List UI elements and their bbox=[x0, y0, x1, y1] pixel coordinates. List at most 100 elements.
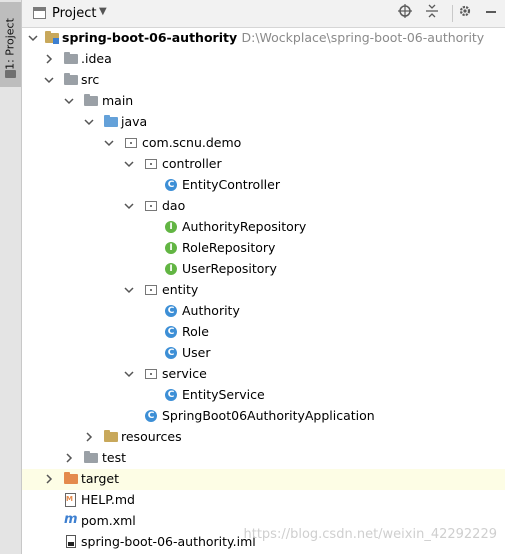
tree-label: pom.xml bbox=[81, 513, 136, 528]
maven-icon: m bbox=[64, 512, 78, 527]
folder-icon bbox=[64, 73, 78, 87]
tree-label: RoleRepository bbox=[182, 240, 276, 255]
locate-icon[interactable] bbox=[396, 4, 414, 22]
toolbar-divider bbox=[452, 5, 453, 22]
tree-node-project-root[interactable]: spring-boot-06-authority D:\Wockplace\sp… bbox=[22, 28, 505, 49]
tree-label: Role bbox=[182, 324, 209, 339]
chevron-right-icon[interactable] bbox=[44, 54, 54, 64]
tree-node-controller[interactable]: controller bbox=[22, 154, 505, 175]
tree-node-entity-controller[interactable]: C EntityController bbox=[22, 175, 505, 196]
tree-node-test[interactable]: test bbox=[22, 448, 505, 469]
chevron-right-icon[interactable] bbox=[64, 453, 74, 463]
tree-label: entity bbox=[162, 282, 199, 297]
tree-node-role[interactable]: C Role bbox=[22, 322, 505, 343]
tree-node-resources[interactable]: resources bbox=[22, 427, 505, 448]
project-name: spring-boot-06-authority bbox=[62, 30, 238, 45]
class-icon: C bbox=[164, 388, 178, 402]
class-icon: C bbox=[164, 178, 178, 192]
tree-node-help-md[interactable]: HELP.md bbox=[22, 490, 505, 511]
tree-label: main bbox=[102, 93, 134, 108]
view-selector-label[interactable]: Project bbox=[52, 6, 96, 21]
tree-label: java bbox=[121, 114, 148, 129]
chevron-right-icon[interactable] bbox=[44, 474, 54, 484]
markdown-file-icon bbox=[64, 493, 78, 507]
chevron-down-icon[interactable] bbox=[124, 369, 134, 379]
spring-boot-class-icon: C bbox=[144, 409, 158, 423]
tree-node-entity[interactable]: entity bbox=[22, 280, 505, 301]
tree-label: SpringBoot06AuthorityApplication bbox=[162, 408, 375, 423]
project-toolbar: Project ▼ bbox=[22, 0, 505, 28]
collapse-all-icon[interactable] bbox=[423, 4, 441, 22]
package-icon bbox=[144, 199, 158, 213]
chevron-down-icon[interactable] bbox=[124, 159, 134, 169]
gear-icon[interactable] bbox=[456, 4, 474, 22]
tree-label: AuthorityRepository bbox=[182, 219, 307, 234]
interface-icon: I bbox=[164, 220, 178, 234]
tree-label: HELP.md bbox=[81, 492, 135, 507]
tree-node-main[interactable]: main bbox=[22, 91, 505, 112]
tree-label: dao bbox=[162, 198, 186, 213]
tree-label: controller bbox=[162, 156, 222, 171]
package-icon bbox=[144, 283, 158, 297]
module-file-icon bbox=[64, 535, 78, 549]
folder-icon bbox=[84, 94, 98, 108]
folder-icon bbox=[5, 70, 16, 78]
tree-node-user[interactable]: C User bbox=[22, 343, 505, 364]
tree-label: com.scnu.demo bbox=[142, 135, 242, 150]
tree-label: EntityService bbox=[182, 387, 265, 402]
class-icon: C bbox=[164, 346, 178, 360]
tree-node-service[interactable]: service bbox=[22, 364, 505, 385]
chevron-down-icon[interactable] bbox=[64, 96, 74, 106]
resources-folder-icon bbox=[104, 430, 118, 444]
class-icon: C bbox=[164, 304, 178, 318]
project-tab-label: 1: Project bbox=[3, 18, 17, 70]
tree-node-dao[interactable]: dao bbox=[22, 196, 505, 217]
tree-node-idea[interactable]: .idea bbox=[22, 49, 505, 70]
chevron-down-icon[interactable] bbox=[104, 138, 114, 148]
tree-node-target[interactable]: target bbox=[22, 469, 505, 490]
tree-node-src[interactable]: src bbox=[22, 70, 505, 91]
tree-node-authority-repository[interactable]: I AuthorityRepository bbox=[22, 217, 505, 238]
interface-icon: I bbox=[164, 241, 178, 255]
tree-label: test bbox=[102, 450, 127, 465]
tree-label: spring-boot-06-authority.iml bbox=[81, 534, 256, 549]
package-icon bbox=[144, 367, 158, 381]
package-icon bbox=[144, 157, 158, 171]
tree-node-user-repository[interactable]: I UserRepository bbox=[22, 259, 505, 280]
tree-node-java[interactable]: java bbox=[22, 112, 505, 133]
tree-label: resources bbox=[121, 429, 182, 444]
project-tool-tab[interactable]: 1: Project bbox=[0, 2, 21, 87]
chevron-down-icon[interactable] bbox=[124, 285, 134, 295]
tree-node-package[interactable]: com.scnu.demo bbox=[22, 133, 505, 154]
chevron-down-icon[interactable] bbox=[84, 117, 94, 127]
tool-window-strip: 1: Project bbox=[0, 0, 22, 554]
chevron-right-icon[interactable] bbox=[84, 432, 94, 442]
tree-label: src bbox=[81, 72, 100, 87]
watermark: https://blog.csdn.net/weixin_42292229 bbox=[243, 527, 497, 542]
tree-label: service bbox=[162, 366, 207, 381]
tree-node-authority[interactable]: C Authority bbox=[22, 301, 505, 322]
chevron-down-icon[interactable]: ▼ bbox=[99, 6, 107, 17]
tree-node-application[interactable]: C SpringBoot06AuthorityApplication bbox=[22, 406, 505, 427]
excluded-folder-icon bbox=[64, 472, 78, 486]
chevron-down-icon[interactable] bbox=[124, 201, 134, 211]
project-folder-icon bbox=[45, 31, 59, 45]
interface-icon: I bbox=[164, 262, 178, 276]
project-path: D:\Wockplace\spring-boot-06-authority bbox=[241, 30, 485, 45]
package-icon bbox=[124, 136, 138, 150]
tree-label: User bbox=[182, 345, 211, 360]
folder-icon bbox=[84, 451, 98, 465]
tree-label: Authority bbox=[182, 303, 240, 318]
hide-icon[interactable] bbox=[482, 4, 500, 22]
tree-node-entity-service[interactable]: C EntityService bbox=[22, 385, 505, 406]
tree-label: EntityController bbox=[182, 177, 280, 192]
tree-label: UserRepository bbox=[182, 261, 277, 276]
tree-label: .idea bbox=[81, 51, 112, 66]
project-window-icon bbox=[33, 7, 46, 19]
tree-node-role-repository[interactable]: I RoleRepository bbox=[22, 238, 505, 259]
class-icon: C bbox=[164, 325, 178, 339]
tree-label: target bbox=[81, 471, 120, 486]
chevron-down-icon[interactable] bbox=[28, 33, 38, 43]
chevron-down-icon[interactable] bbox=[44, 75, 54, 85]
source-folder-icon bbox=[104, 115, 118, 129]
